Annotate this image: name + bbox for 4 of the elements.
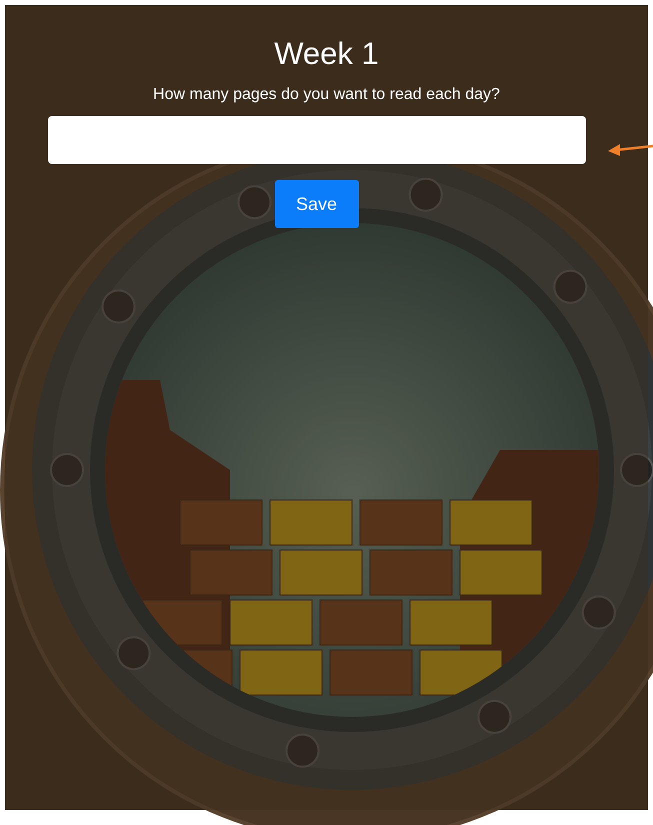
week-title: Week 1 — [274, 35, 379, 73]
save-button[interactable]: Save — [274, 180, 358, 228]
question-text: How many pages do you want to read each day? — [153, 85, 500, 105]
pages-input-field[interactable] — [48, 116, 586, 164]
